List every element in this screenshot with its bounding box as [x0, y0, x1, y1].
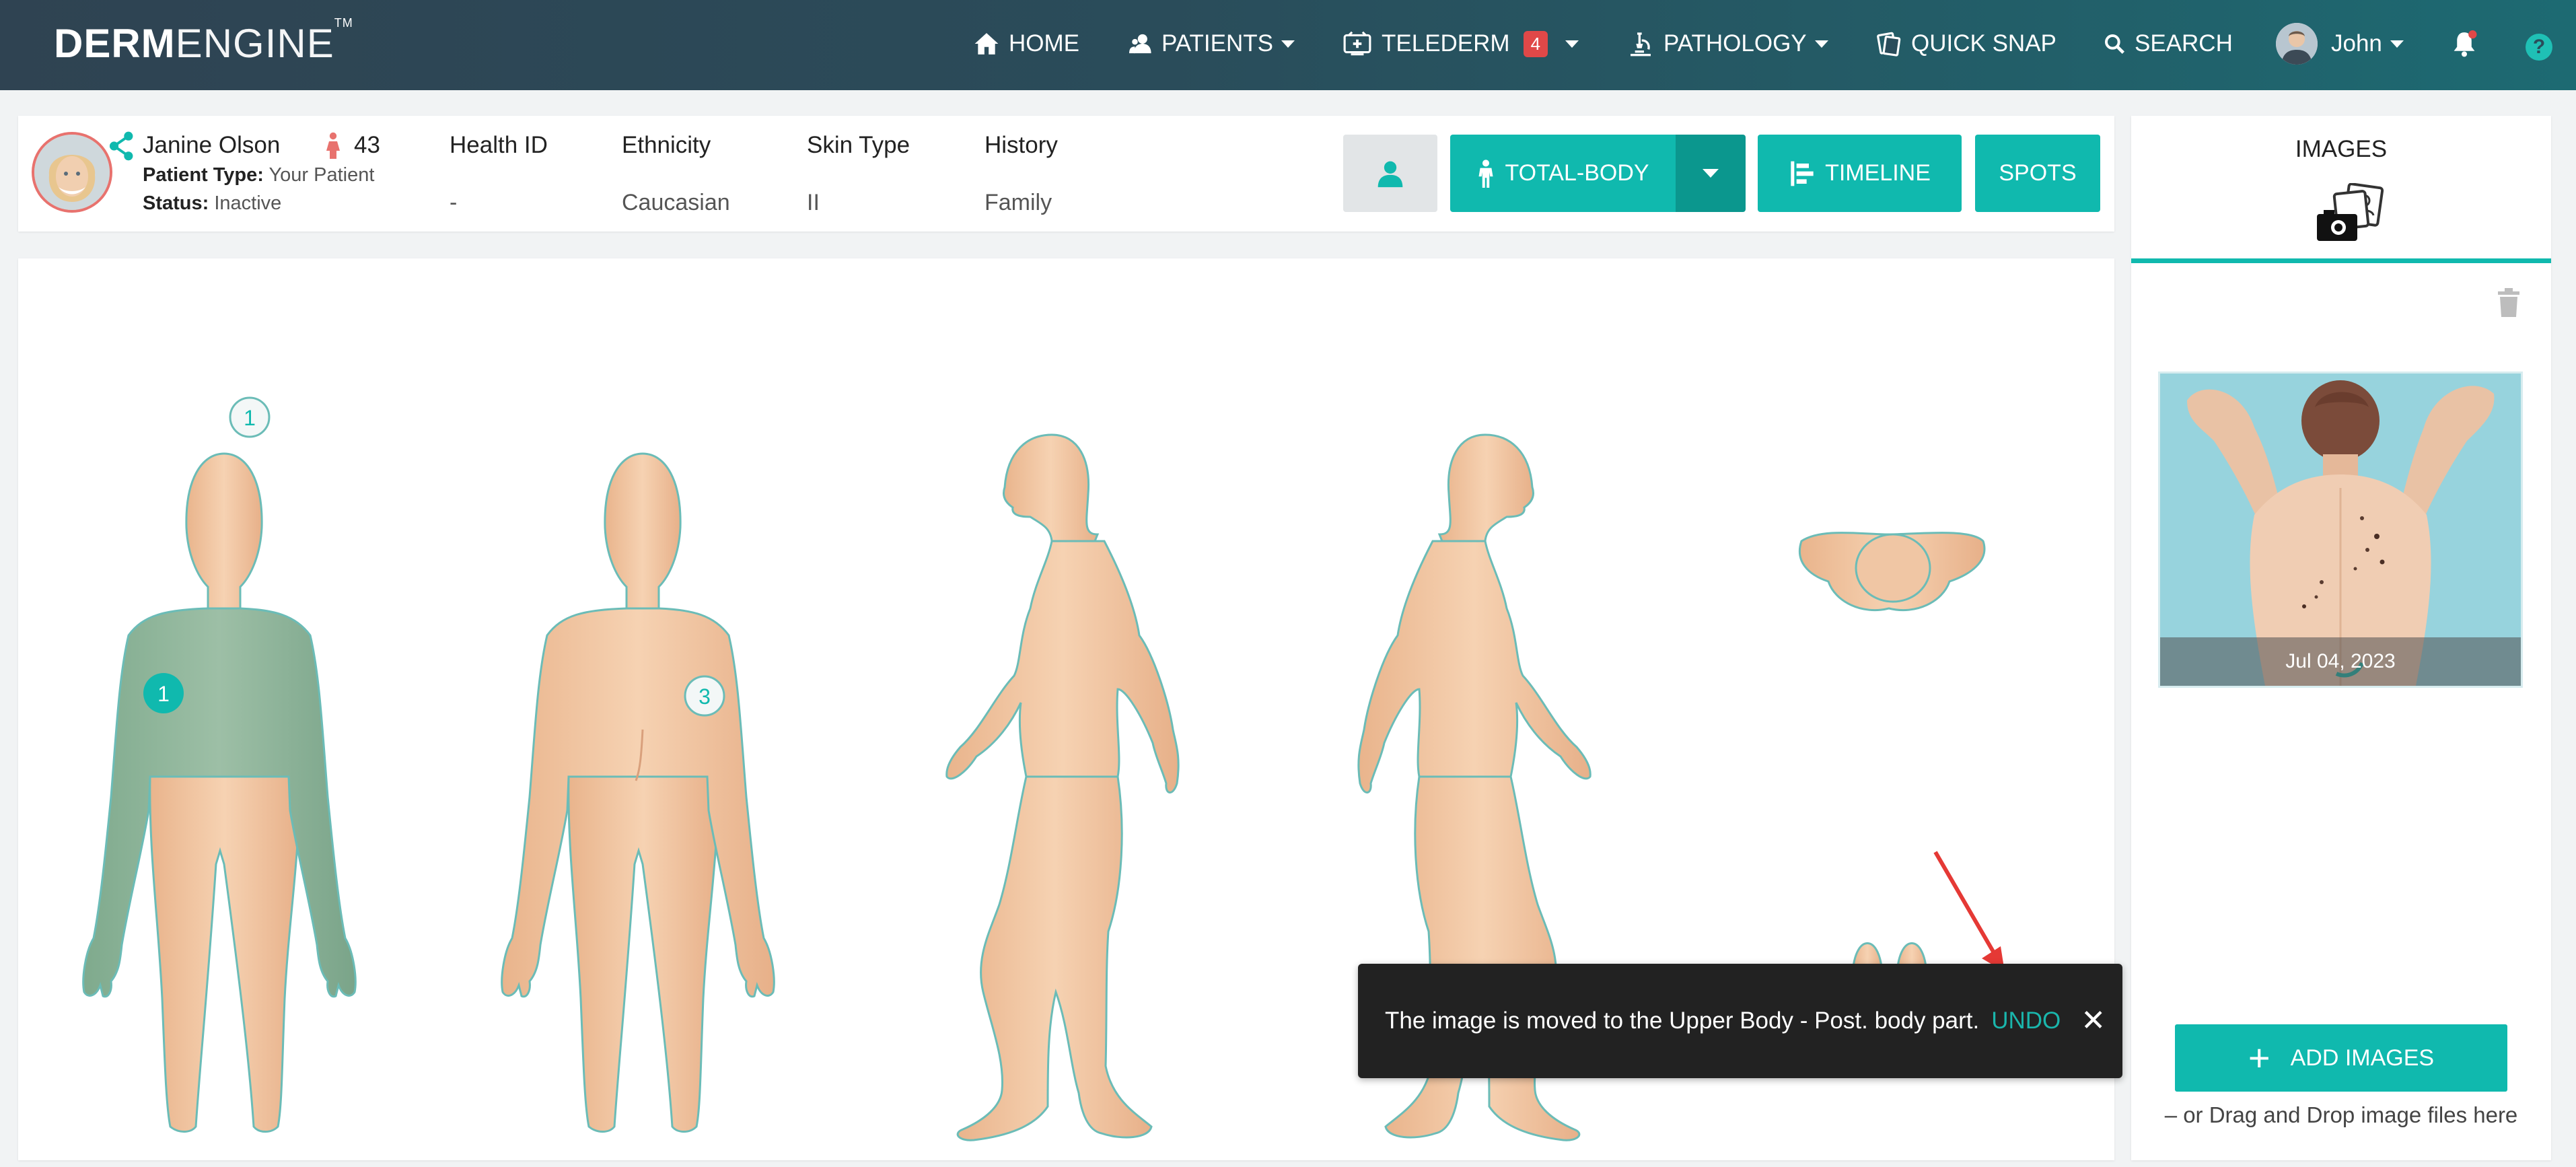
user-avatar	[2276, 23, 2318, 65]
drag-drop-hint: – or Drag and Drop image files here	[2164, 1102, 2518, 1127]
svg-text:1: 1	[244, 406, 256, 430]
nav-telederm-label: TELEDERM	[1382, 30, 1510, 57]
chevron-down-icon	[1281, 40, 1295, 48]
notifications-button[interactable]	[2452, 27, 2486, 61]
patient-age: 43	[324, 132, 380, 159]
body-front-view[interactable]	[82, 452, 357, 1133]
nav-search-label: SEARCH	[2135, 30, 2233, 57]
help-button[interactable]: ?	[2526, 30, 2552, 64]
timeline-button[interactable]: TIMELINE	[1758, 135, 1962, 212]
help-icon: ?	[2526, 34, 2552, 61]
nav-home-label: HOME	[1009, 30, 1079, 57]
health-id-value: -	[450, 190, 458, 215]
side-left-upper-body-region[interactable]	[945, 540, 1180, 793]
patient-status: Status: Inactive	[143, 192, 282, 214]
search-icon	[2105, 34, 2124, 54]
body-side-left-view[interactable]	[945, 433, 1180, 1141]
plus-icon: +	[2248, 1036, 2270, 1079]
back-head-region[interactable]	[604, 452, 682, 610]
bell-icon	[2454, 30, 2477, 57]
back-legs-region[interactable]	[567, 774, 719, 1133]
timeline-label: TIMELINE	[1825, 160, 1931, 186]
nav-pathology-label: PATHOLOGY	[1663, 30, 1807, 57]
notification-count-badge: 4	[1523, 30, 1548, 57]
female-icon	[326, 132, 340, 159]
svg-text:1: 1	[157, 682, 170, 706]
patient-profile-button[interactable]	[1343, 135, 1437, 212]
image-thumbnail[interactable]: Jul 04, 2023	[2158, 372, 2523, 688]
ethnicity-label: Ethnicity	[622, 132, 711, 158]
side-right-upper-body-region[interactable]	[1357, 540, 1591, 793]
total-body-button[interactable]: TOTAL-BODY	[1450, 135, 1676, 212]
patient-type: Patient Type: Your Patient	[143, 164, 375, 186]
chevron-down-icon	[2390, 40, 2404, 48]
user-name: John	[2331, 30, 2382, 57]
total-body-label: TOTAL-BODY	[1505, 160, 1649, 186]
patient-avatar[interactable]	[32, 132, 112, 213]
share-icon[interactable]	[108, 131, 135, 165]
body-figure-icon	[1478, 159, 1493, 188]
front-legs-region[interactable]	[149, 774, 301, 1133]
image-date: Jul 04, 2023	[2160, 637, 2521, 686]
nav-home[interactable]: HOME	[974, 27, 1079, 61]
marker-back-lower[interactable]: 3	[684, 675, 725, 717]
marker-front-head[interactable]: 1	[229, 396, 271, 438]
total-body-dropdown[interactable]	[1676, 135, 1746, 212]
quick-snap-icon	[1877, 32, 1901, 57]
dermengine-logo[interactable]: DERMENGINETM	[54, 16, 353, 67]
side-left-head-region[interactable]	[1003, 433, 1100, 542]
ethnicity-value: Caucasian	[622, 190, 730, 215]
side-right-legs-region[interactable]	[1384, 775, 1581, 1141]
toast-message: The image is moved to the Upper Body - P…	[1385, 1007, 1980, 1034]
svg-text:3: 3	[699, 684, 711, 709]
nav-search[interactable]: SEARCH	[2104, 27, 2233, 61]
chevron-down-icon	[1703, 169, 1719, 178]
close-icon[interactable]: ✕	[2081, 1006, 2106, 1036]
side-left-legs-region[interactable]	[956, 775, 1153, 1141]
timeline-icon	[1791, 161, 1814, 186]
spots-button[interactable]: SPOTS	[1975, 135, 2100, 212]
toast-notification: The image is moved to the Upper Body - P…	[1358, 964, 2122, 1078]
nav-patients-label: PATIENTS	[1161, 30, 1273, 57]
images-panel: IMAGES Jul 04, 2023 + ADD IMAGES – or Dr…	[2131, 116, 2551, 1160]
patient-age-value: 43	[354, 132, 380, 158]
chevron-down-icon	[1814, 40, 1828, 48]
health-id-label: Health ID	[450, 132, 548, 158]
nav-telederm[interactable]: TELEDERM 4	[1343, 27, 1579, 61]
nav-patients[interactable]: PATIENTS	[1129, 27, 1295, 61]
camera-photos-icon[interactable]	[2313, 182, 2387, 247]
nav-pathology[interactable]: PATHOLOGY	[1627, 27, 1828, 61]
skin-type-label: Skin Type	[807, 132, 910, 158]
home-icon	[974, 33, 999, 55]
skin-type-value: II	[807, 190, 820, 215]
telederm-icon	[1343, 31, 1371, 56]
user-menu[interactable]: John	[2276, 22, 2404, 65]
history-label: History	[985, 132, 1058, 158]
undo-button[interactable]: UNDO	[1991, 1007, 2061, 1034]
person-icon	[1378, 161, 1403, 187]
add-images-button[interactable]: + ADD IMAGES	[2175, 1024, 2507, 1092]
chevron-down-icon	[1565, 40, 1579, 48]
nav-quick-snap[interactable]: QUICK SNAP	[1876, 27, 2056, 61]
side-right-head-region[interactable]	[1437, 433, 1534, 542]
images-tab-title[interactable]: IMAGES	[2131, 136, 2551, 163]
nav-quick-snap-label: QUICK SNAP	[1911, 30, 2056, 57]
patient-name: Janine Olson	[143, 132, 281, 158]
microscope-icon	[1631, 32, 1651, 57]
spots-label: SPOTS	[1999, 160, 2077, 186]
trash-icon[interactable]	[2497, 287, 2521, 322]
marker-front-torso[interactable]: 1	[143, 673, 184, 713]
top-nav: DERMENGINETM HOME PATIENTS TELEDERM 4 PA…	[0, 0, 2576, 90]
annotation-arrow	[1933, 851, 2005, 972]
front-head-region[interactable]	[185, 452, 263, 610]
add-images-label: ADD IMAGES	[2290, 1045, 2435, 1071]
history-value: Family	[985, 190, 1052, 215]
patients-icon	[1129, 34, 1151, 54]
body-top-view[interactable]	[1798, 532, 1986, 612]
images-tab-indicator	[2131, 258, 2551, 263]
body-back-view[interactable]	[501, 452, 775, 1133]
